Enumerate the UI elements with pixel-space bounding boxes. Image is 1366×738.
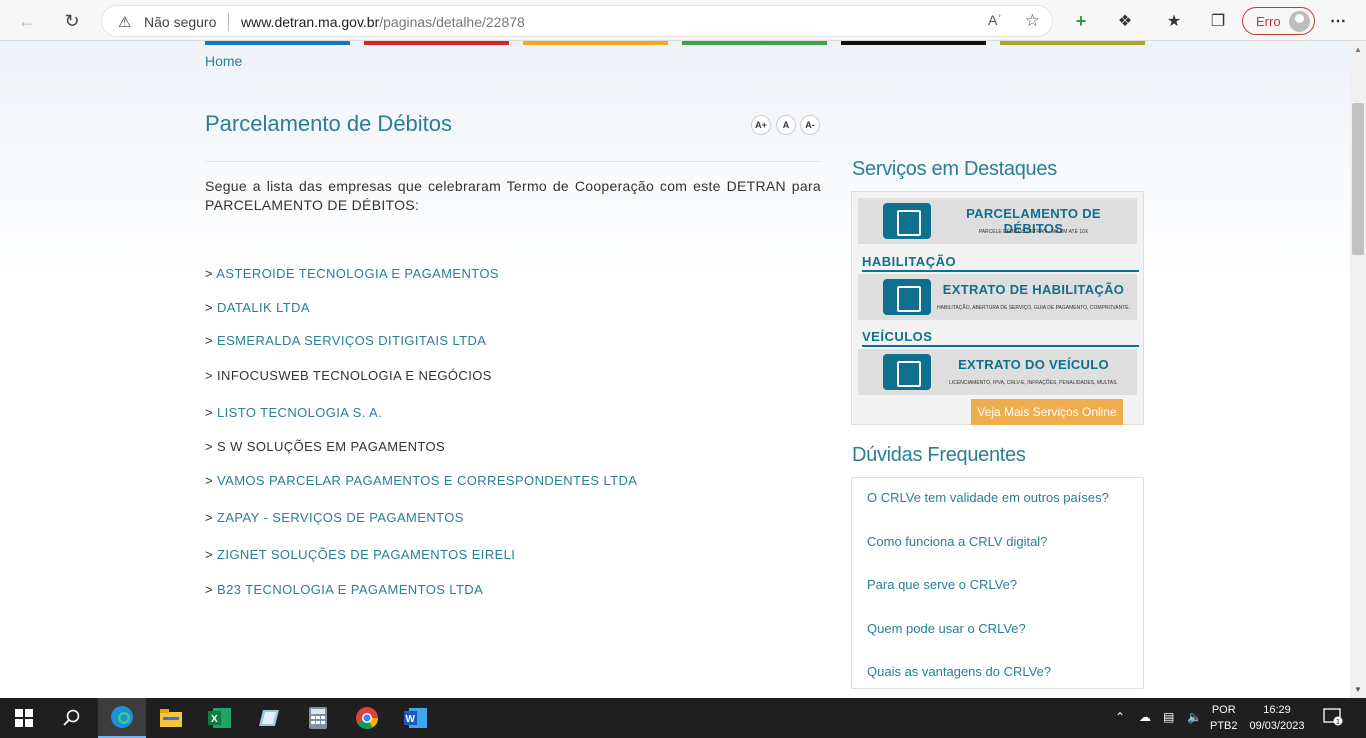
clock[interactable]: 16:29 09/03/2023 bbox=[1247, 702, 1307, 734]
habilitacao-banner[interactable]: EXTRATO DE HABILITAÇÃO HABILITAÇÃO, ABER… bbox=[858, 274, 1137, 320]
calculator-icon[interactable] bbox=[294, 698, 342, 738]
faq-link[interactable]: Para que serve o CRLVe? bbox=[867, 577, 1017, 592]
faq-link[interactable]: O CRLVe tem validade em outros países? bbox=[867, 490, 1109, 505]
banner-subtitle: HABILITAÇÃO, ABERTURA DE SERVIÇO, GUIA D… bbox=[936, 305, 1131, 311]
extensions-puzzle-icon[interactable]: ❖ bbox=[1110, 6, 1140, 36]
refresh-icon[interactable]: ↻ bbox=[57, 6, 87, 36]
company-item: > S W SOLUÇÕES EM PAGAMENTOS bbox=[205, 439, 446, 454]
color-stripe bbox=[364, 41, 509, 45]
company-link[interactable]: > DATALIK LTDA bbox=[205, 300, 310, 315]
color-stripe bbox=[523, 41, 668, 45]
company-link[interactable]: > VAMOS PARCELAR PAGAMENTOS E CORRESPOND… bbox=[205, 473, 637, 488]
license-card-icon bbox=[883, 279, 931, 315]
intro-text: Segue a lista das empresas que celebrara… bbox=[205, 178, 821, 213]
banner-title: EXTRATO DO VEÍCULO bbox=[958, 357, 1109, 372]
color-stripe bbox=[682, 41, 827, 45]
edge-browser-icon[interactable] bbox=[98, 698, 146, 738]
faq-panel: O CRLVe tem validade em outros países? C… bbox=[851, 477, 1144, 689]
company-link[interactable]: > B23 TECNOLOGIA E PAGAMENTOS LTDA bbox=[205, 582, 483, 597]
read-aloud-icon[interactable]: Aʾ bbox=[988, 12, 1002, 28]
title-divider bbox=[205, 161, 821, 162]
vehicle-document-icon bbox=[883, 354, 931, 390]
language-indicator[interactable]: POR PTB2 bbox=[1210, 702, 1238, 734]
windows-taskbar: X W ⌃ ☁ ▤ 🔈 POR PTB2 16:29 09/03/2023 1 bbox=[0, 698, 1366, 738]
color-stripe bbox=[1000, 41, 1145, 45]
category-veiculos: VEÍCULOS bbox=[862, 329, 1139, 347]
cloud-offline-icon[interactable]: ☁ bbox=[1139, 710, 1151, 724]
back-arrow-icon[interactable]: ← bbox=[12, 6, 42, 36]
company-link[interactable]: > ZIGNET SOLUÇÕES DE PAGAMENTOS EIRELI bbox=[205, 547, 515, 562]
scrollbar-thumb[interactable] bbox=[1352, 103, 1364, 255]
faq-link[interactable]: Como funciona a CRLV digital? bbox=[867, 534, 1047, 549]
font-increase-button[interactable]: A+ bbox=[751, 115, 771, 135]
services-heading: Serviços em Destaques bbox=[852, 158, 1057, 180]
banner-subtitle: LICENCIAMENTO, IPVA, CRLV-E, INFRAÇÕES, … bbox=[949, 380, 1118, 386]
browser-toolbar: ← ↻ ⚠ Não seguro www.detran.ma.gov.br/pa… bbox=[0, 0, 1366, 41]
svg-text:1: 1 bbox=[1336, 719, 1340, 726]
add-favorite-icon[interactable]: ☆ bbox=[1025, 11, 1040, 31]
company-link[interactable]: > LISTO TECNOLOGIA S. A. bbox=[205, 405, 382, 420]
svg-text:X: X bbox=[211, 714, 218, 725]
page-title: Parcelamento de Débitos bbox=[205, 111, 453, 136]
more-services-button[interactable]: Veja Mais Serviços Online bbox=[971, 399, 1123, 425]
file-explorer-icon[interactable] bbox=[147, 698, 195, 738]
more-options-icon[interactable]: ⋯ bbox=[1323, 6, 1353, 36]
notifications-icon[interactable]: 1 bbox=[1323, 708, 1343, 729]
faq-link[interactable]: Quais as vantagens do CRLVe? bbox=[867, 664, 1051, 679]
parcelamento-banner[interactable]: PARCELAMENTO DE DÉBITOS PARCELE DÉBITOS … bbox=[858, 198, 1137, 244]
font-reset-button[interactable]: A bbox=[776, 115, 796, 135]
network-icon[interactable]: ▤ bbox=[1163, 710, 1174, 724]
banner-subtitle: PARCELE DÉBITOS DETRAN - MA EM ATÉ 10X bbox=[978, 229, 1089, 235]
search-icon[interactable] bbox=[48, 698, 96, 738]
faq-link[interactable]: Quem pode usar o CRLVe? bbox=[867, 621, 1026, 636]
windows-start-icon[interactable] bbox=[0, 698, 48, 738]
extension-plus-icon[interactable]: + bbox=[1066, 6, 1096, 36]
veiculo-banner[interactable]: EXTRATO DO VEÍCULO LICENCIAMENTO, IPVA, … bbox=[858, 349, 1137, 395]
company-item: > INFOCUSWEB TECNOLOGIA E NEGÓCIOS bbox=[205, 368, 492, 383]
url-text[interactable]: www.detran.ma.gov.br/paginas/detalhe/228… bbox=[241, 14, 525, 30]
svg-text:W: W bbox=[406, 714, 416, 725]
scroll-up-icon[interactable]: ▲ bbox=[1354, 45, 1362, 54]
avatar-icon bbox=[1289, 11, 1310, 32]
page-scrollbar[interactable]: ▲ ▼ bbox=[1350, 41, 1366, 698]
banner-title: EXTRATO DE HABILITAÇÃO bbox=[942, 282, 1125, 297]
services-panel: PARCELAMENTO DE DÉBITOS PARCELE DÉBITOS … bbox=[851, 191, 1144, 425]
page-viewport: Home Parcelamento de Débitos A+ A A- Seg… bbox=[0, 41, 1350, 698]
font-decrease-button[interactable]: A- bbox=[800, 115, 820, 135]
volume-muted-icon[interactable]: 🔈 bbox=[1187, 710, 1202, 724]
profile-error-button[interactable]: Erro bbox=[1242, 7, 1315, 35]
company-link[interactable]: > ZAPAY - SERVIÇOS DE PAGAMENTOS bbox=[205, 510, 464, 525]
address-bar[interactable]: ⚠ Não seguro www.detran.ma.gov.br/pagina… bbox=[101, 5, 1053, 37]
excel-icon[interactable]: X bbox=[196, 698, 244, 738]
company-link[interactable]: > ASTEROIDE TECNOLOGIA E PAGAMENTOS bbox=[205, 266, 499, 281]
breadcrumb-home[interactable]: Home bbox=[205, 53, 242, 69]
money-document-icon bbox=[883, 203, 931, 239]
notepad-app-icon[interactable] bbox=[245, 698, 293, 738]
scroll-down-icon[interactable]: ▼ bbox=[1354, 685, 1362, 694]
chrome-icon[interactable] bbox=[343, 698, 391, 738]
favorites-icon[interactable]: ★ bbox=[1159, 6, 1189, 36]
profile-error-label: Erro bbox=[1256, 14, 1281, 29]
color-stripe bbox=[841, 41, 986, 45]
category-habilitacao: HABILITAÇÃO bbox=[862, 254, 1139, 272]
warning-icon[interactable]: ⚠ bbox=[118, 13, 131, 31]
chevron-up-icon[interactable]: ⌃ bbox=[1115, 710, 1125, 724]
word-icon[interactable]: W bbox=[392, 698, 440, 738]
company-link[interactable]: > ESMERALDA SERVIÇOS DITIGITAIS LTDA bbox=[205, 333, 486, 348]
faq-heading: Dúvidas Frequentes bbox=[852, 444, 1026, 466]
security-label[interactable]: Não seguro bbox=[144, 14, 216, 30]
color-stripe bbox=[205, 41, 350, 45]
address-separator bbox=[228, 13, 229, 31]
collections-icon[interactable]: ❐ bbox=[1203, 6, 1233, 36]
